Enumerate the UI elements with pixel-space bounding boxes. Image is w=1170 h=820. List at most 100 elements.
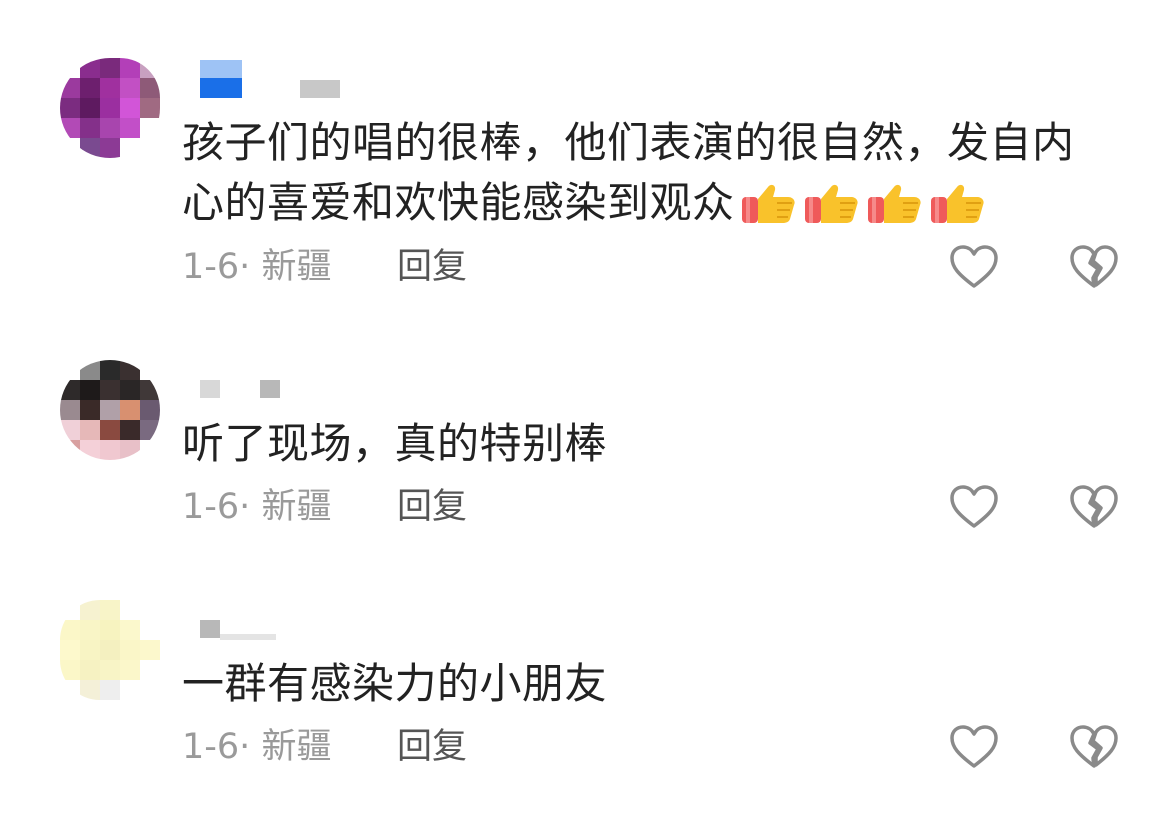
reply-button[interactable]: 回复 <box>397 725 467 769</box>
avatar-pixel <box>120 138 140 158</box>
avatar-pixel <box>140 440 160 460</box>
avatar-pixel <box>80 400 100 420</box>
avatar-pixel <box>60 98 80 118</box>
comment-date: 1-6 <box>182 727 240 767</box>
avatar-pixel <box>60 640 80 660</box>
avatar-pixel <box>100 680 120 700</box>
avatar-pixel <box>80 660 100 680</box>
meta-separator: · <box>239 727 251 767</box>
dislike-button[interactable] <box>1068 723 1120 771</box>
like-button[interactable] <box>948 243 1000 291</box>
username-pixel <box>200 620 220 638</box>
avatar-pixel <box>120 78 140 98</box>
meta-separator: · <box>239 487 251 527</box>
avatar-pixel <box>120 380 140 400</box>
avatar-pixel <box>120 98 140 118</box>
avatar-pixel <box>140 98 160 118</box>
avatar-pixel <box>60 380 80 400</box>
avatar-pixel <box>60 58 80 78</box>
comment-location: 新疆 <box>261 727 332 767</box>
heart-outline-icon <box>950 485 998 528</box>
avatar-pixel <box>120 58 140 78</box>
avatar-pixel <box>60 78 80 98</box>
avatar-pixel <box>60 138 80 158</box>
avatar-pixel <box>120 440 140 460</box>
avatar-pixel <box>100 400 120 420</box>
avatar-pixel <box>100 58 120 78</box>
dislike-button[interactable] <box>1068 243 1120 291</box>
username-pixel <box>300 80 340 98</box>
comment-meta: 1-6· 新疆 <box>182 485 331 529</box>
broken-heart-icon <box>1070 725 1118 768</box>
avatar-pixel <box>60 400 80 420</box>
avatar-pixel <box>120 680 140 700</box>
comment-text: 一群有感染力的小朋友 <box>182 654 1097 714</box>
comment-text-content: 听了现场，真的特别棒 <box>182 419 608 468</box>
avatar-pixel <box>120 620 140 640</box>
avatar-pixel <box>60 600 80 620</box>
like-button[interactable] <box>948 483 1000 531</box>
comment-text: 听了现场，真的特别棒 <box>182 414 1097 474</box>
comment-location: 新疆 <box>261 247 332 287</box>
avatar-pixel <box>120 420 140 440</box>
comment-text: 孩子们的唱的很棒，他们表演的很自然，发自内心的喜爱和欢快能感染到观众 <box>182 113 1097 233</box>
avatar-pixel <box>100 660 120 680</box>
avatar-pixel <box>140 118 160 138</box>
comment-meta: 1-6· 新疆 <box>182 245 331 289</box>
thumbs-up-emoji <box>929 181 987 225</box>
avatar-pixel <box>60 680 80 700</box>
comment-date: 1-6 <box>182 247 240 287</box>
broken-heart-icon <box>1070 245 1118 288</box>
avatar-pixel <box>80 78 100 98</box>
username-pixel <box>200 78 242 98</box>
avatar-pixel <box>80 440 100 460</box>
avatar-pixel <box>140 380 160 400</box>
avatar-pixel <box>140 78 160 98</box>
dislike-button[interactable] <box>1068 483 1120 531</box>
like-button[interactable] <box>948 723 1000 771</box>
emoji-row <box>735 178 987 227</box>
reply-button[interactable]: 回复 <box>397 245 467 289</box>
avatar-pixel <box>100 420 120 440</box>
username-pixel <box>200 380 220 398</box>
avatar-pixel <box>140 420 160 440</box>
avatar[interactable] <box>60 360 160 460</box>
avatar-pixel <box>60 420 80 440</box>
avatar-pixel <box>60 360 80 380</box>
heart-outline-icon <box>950 245 998 288</box>
avatar-pixel <box>60 118 80 138</box>
avatar-pixel <box>140 138 160 158</box>
avatar-pixel <box>100 440 120 460</box>
avatar[interactable] <box>60 600 160 700</box>
comment-location: 新疆 <box>261 487 332 527</box>
reply-button[interactable]: 回复 <box>397 485 467 529</box>
avatar-pixel <box>80 380 100 400</box>
avatar-pixel <box>80 640 100 660</box>
avatar-pixel <box>60 660 80 680</box>
heart-outline-icon <box>950 725 998 768</box>
avatar-pixel <box>80 680 100 700</box>
avatar-pixel <box>140 680 160 700</box>
username-pixel <box>200 60 242 78</box>
thumbs-up-emoji <box>866 181 924 225</box>
avatar-pixel <box>80 360 100 380</box>
avatar-pixel <box>120 600 140 620</box>
username-pixel <box>220 634 276 640</box>
avatar-pixel <box>140 600 160 620</box>
avatar-pixel <box>100 360 120 380</box>
thumbs-up-emoji <box>803 181 861 225</box>
avatar[interactable] <box>60 58 160 158</box>
comment-text-content: 一群有感染力的小朋友 <box>182 659 608 708</box>
avatar-pixel <box>100 600 120 620</box>
avatar-pixel <box>80 58 100 78</box>
avatar-pixel <box>140 620 160 640</box>
comment-meta: 1-6· 新疆 <box>182 725 331 769</box>
meta-separator: · <box>239 247 251 287</box>
avatar-pixel <box>100 380 120 400</box>
thumbs-up-emoji <box>740 181 798 225</box>
avatar-pixel <box>120 660 140 680</box>
avatar-pixel <box>140 640 160 660</box>
avatar-pixel <box>120 640 140 660</box>
avatar-pixel <box>60 440 80 460</box>
avatar-pixel <box>80 600 100 620</box>
